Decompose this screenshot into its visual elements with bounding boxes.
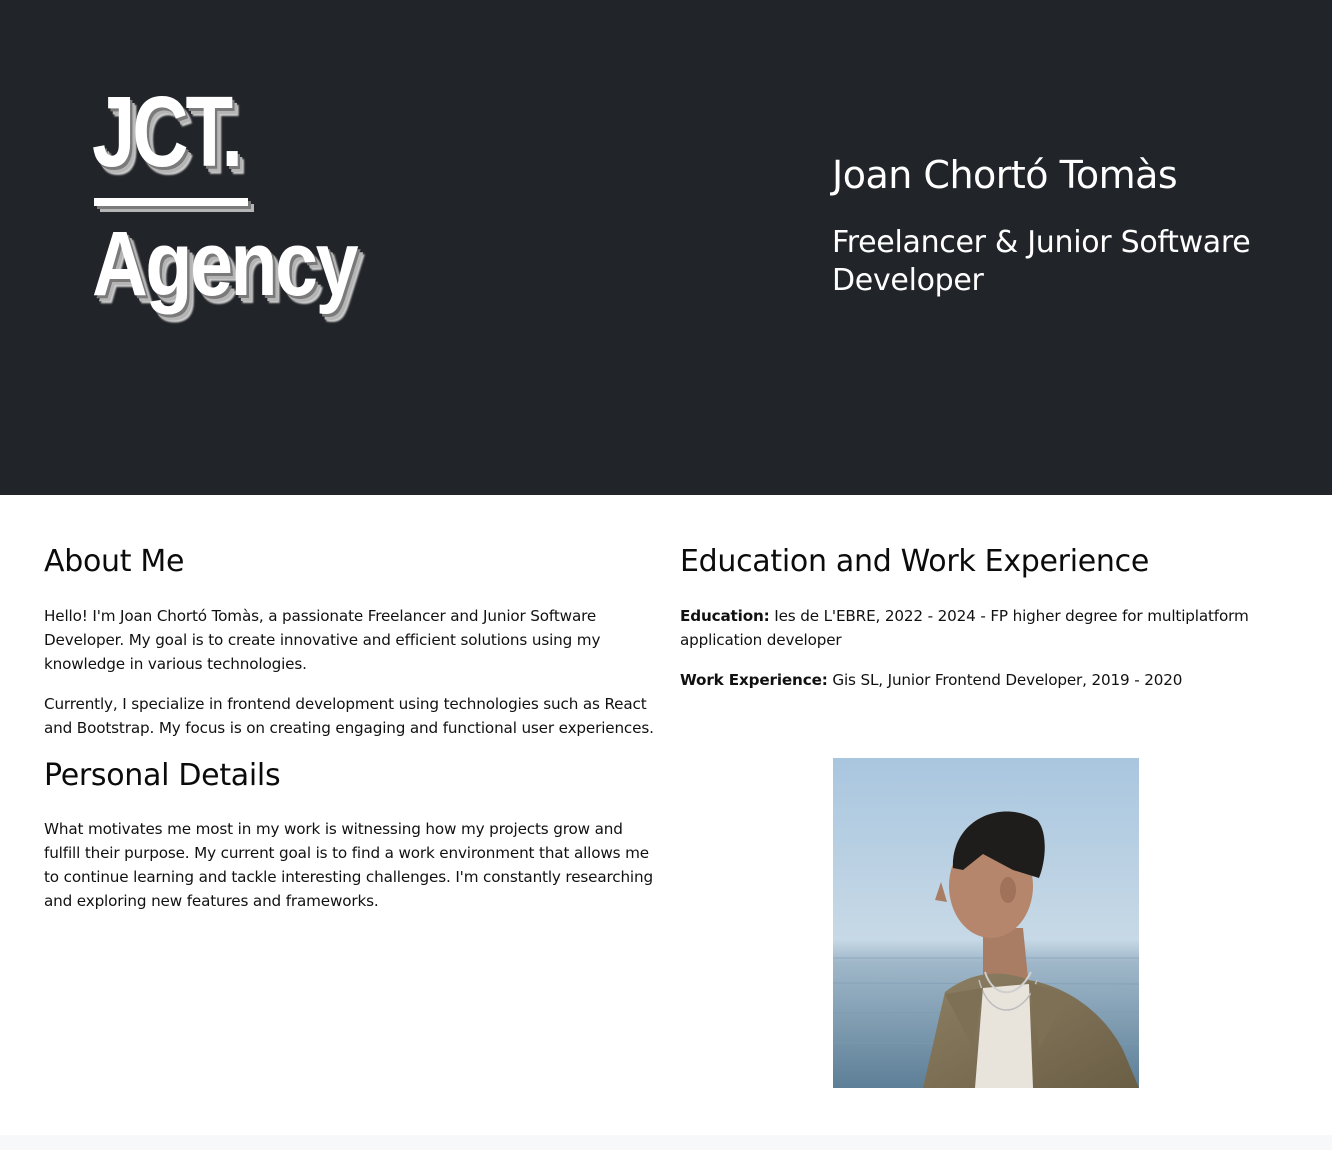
logo-line-agency: Agency — [92, 213, 359, 315]
about-paragraph-1: Hello! I'm Joan Chortó Tomàs, a passiona… — [44, 607, 601, 673]
personal-details-paragraph: What motivates me most in my work is wit… — [44, 820, 653, 910]
hero-role: Freelancer & Junior Software Developer — [832, 225, 1251, 298]
about-column: About Me Hello! I'm Joan Chortó Tomàs, a… — [44, 540, 659, 929]
personal-details-title: Personal Details — [44, 758, 281, 793]
profile-photo-image — [833, 758, 1139, 1088]
agency-logo[interactable]: JCT. Agency — [92, 82, 362, 316]
hero-header: JCT. Agency Joan Chortó Tomàs Freelancer… — [0, 0, 1332, 495]
work-entry: Work Experience: Gis SL, Junior Frontend… — [680, 668, 1290, 692]
logo-line-jct: JCT. — [92, 76, 243, 188]
education-work-column: Education and Work Experience Education:… — [680, 540, 1290, 708]
education-label: Education: — [680, 607, 770, 625]
about-title: About Me — [44, 544, 185, 579]
footer-strip — [0, 1135, 1332, 1150]
education-entry: Education: Ies de L'EBRE, 2022 - 2024 - … — [680, 604, 1290, 652]
education-work-title: Education and Work Experience — [680, 544, 1149, 579]
hero-name: Joan Chortó Tomàs — [832, 153, 1178, 197]
work-value: Gis SL, Junior Frontend Developer, 2019 … — [827, 671, 1183, 689]
work-label: Work Experience: — [680, 671, 828, 689]
logo-underline — [94, 198, 248, 206]
profile-photo — [833, 758, 1139, 1088]
about-paragraph-2: Currently, I specialize in frontend deve… — [44, 695, 654, 737]
